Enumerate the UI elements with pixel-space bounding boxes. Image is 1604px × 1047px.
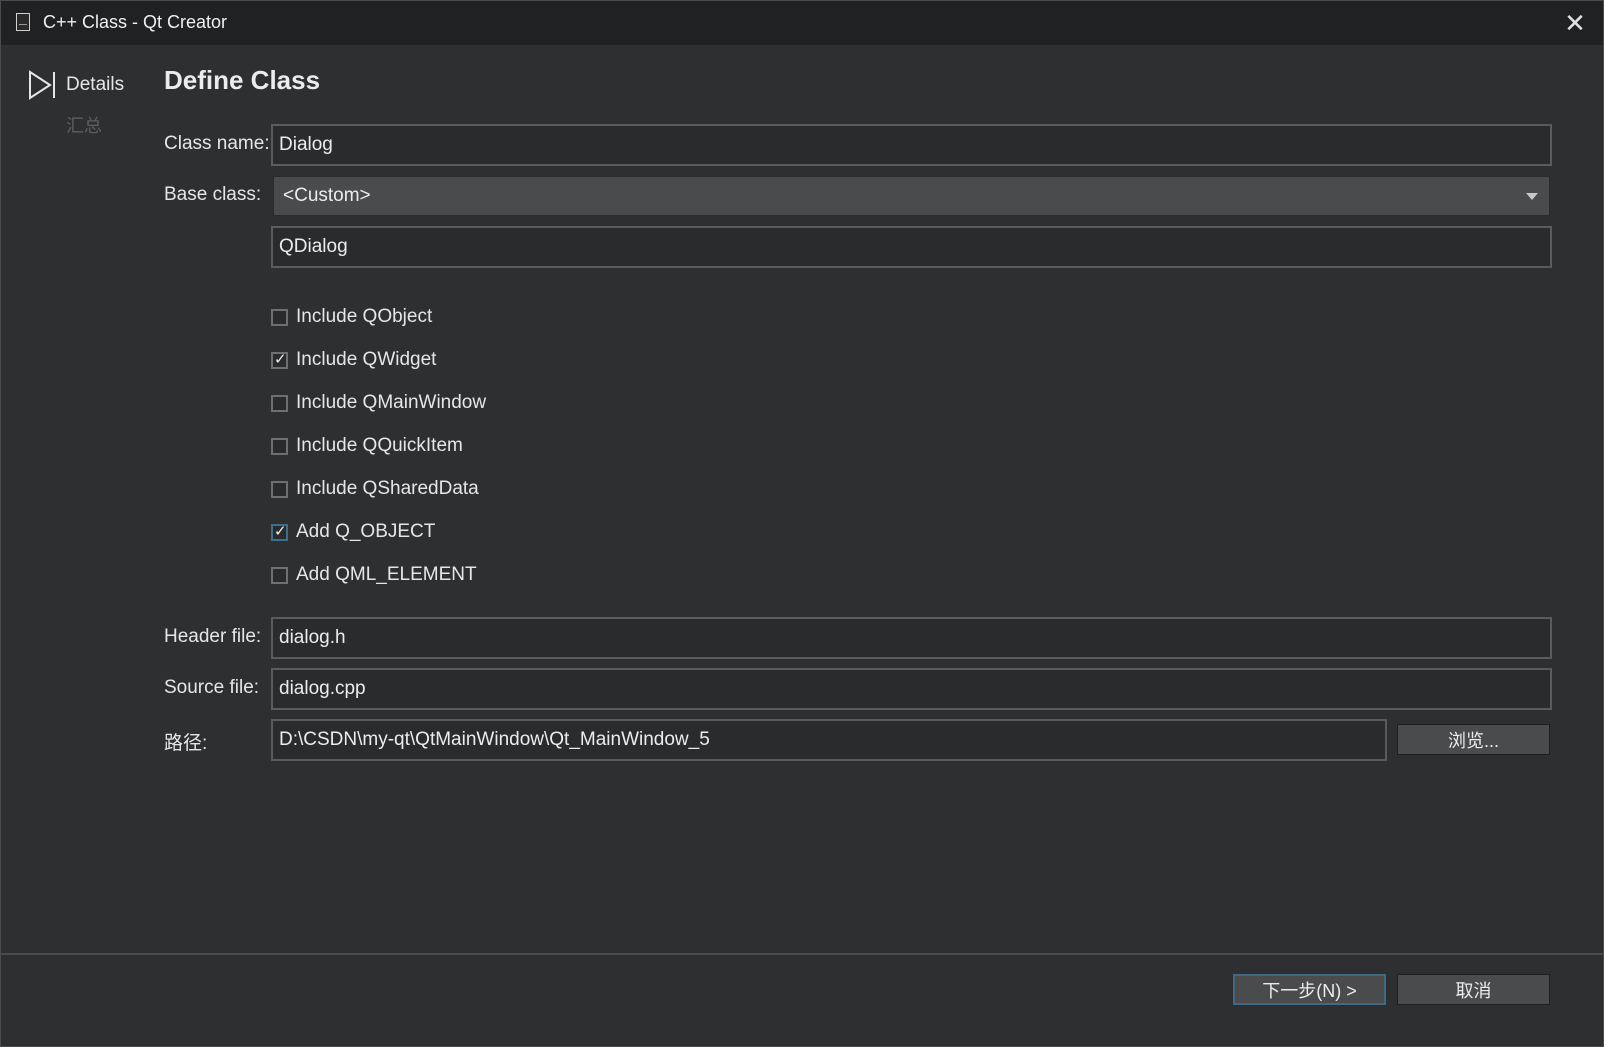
- step-summary: 汇总: [66, 116, 102, 136]
- checkbox-checked[interactable]: [271, 522, 288, 541]
- chevron-down-icon: [1526, 193, 1538, 200]
- source-file-input[interactable]: dialog.cpp: [271, 668, 1552, 710]
- path-input[interactable]: D:\CSDN\my-qt\QtMainWindow\Qt_MainWindow…: [271, 719, 1387, 761]
- option-label: Include QQuickItem: [296, 435, 463, 456]
- option-label: Add QML_ELEMENT: [296, 564, 477, 585]
- close-icon[interactable]: ✕: [1547, 1, 1603, 45]
- checkbox[interactable]: [271, 480, 288, 498]
- dialog-window: C++ Class - Qt Creator ✕ Details 汇总 Defi…: [0, 0, 1604, 1047]
- next-button[interactable]: 下一步(N) >: [1233, 974, 1386, 1005]
- option-label: Include QSharedData: [296, 478, 479, 499]
- step-details: Details: [66, 74, 125, 95]
- checkbox[interactable]: [271, 308, 288, 326]
- window-title: C++ Class - Qt Creator: [43, 12, 228, 32]
- option-include-qmainwindow[interactable]: Include QMainWindow: [271, 389, 486, 417]
- option-label: Include QMainWindow: [296, 392, 487, 413]
- checkbox[interactable]: [271, 437, 288, 455]
- cancel-button[interactable]: 取消: [1397, 974, 1550, 1005]
- option-add-q-object[interactable]: Add Q_OBJECT: [271, 518, 435, 546]
- class-name-label: Class name:: [164, 133, 270, 154]
- option-label: Include QObject: [296, 306, 433, 327]
- header-file-input[interactable]: dialog.h: [271, 617, 1552, 659]
- option-label: Add Q_OBJECT: [296, 521, 436, 542]
- path-label: 路径:: [164, 733, 208, 754]
- title-bar[interactable]: C++ Class - Qt Creator ✕: [1, 1, 1603, 45]
- option-include-qwidget[interactable]: Include QWidget: [271, 346, 436, 374]
- option-label: Include QWidget: [296, 349, 437, 370]
- base-class-selected: <Custom>: [283, 185, 371, 206]
- source-file-label: Source file:: [164, 677, 260, 698]
- class-name-input[interactable]: Dialog: [271, 124, 1552, 166]
- custom-base-class-input[interactable]: QDialog: [271, 226, 1552, 268]
- checkbox[interactable]: [271, 566, 288, 584]
- option-add-qml-element[interactable]: Add QML_ELEMENT: [271, 561, 477, 589]
- option-include-qobject[interactable]: Include QObject: [271, 303, 432, 331]
- play-arrow-icon: [29, 70, 55, 100]
- footer-divider: [1, 953, 1603, 955]
- checkbox[interactable]: [271, 394, 288, 412]
- file-icon: [16, 13, 30, 31]
- page-title: Define Class: [164, 65, 321, 95]
- base-class-select[interactable]: <Custom>: [273, 176, 1550, 216]
- browse-button[interactable]: 浏览...: [1397, 724, 1550, 755]
- option-include-qshareddata[interactable]: Include QSharedData: [271, 475, 479, 503]
- option-include-qquickitem[interactable]: Include QQuickItem: [271, 432, 463, 460]
- base-class-label: Base class:: [164, 184, 262, 205]
- header-file-label: Header file:: [164, 626, 262, 647]
- checkbox-checked[interactable]: [271, 350, 288, 369]
